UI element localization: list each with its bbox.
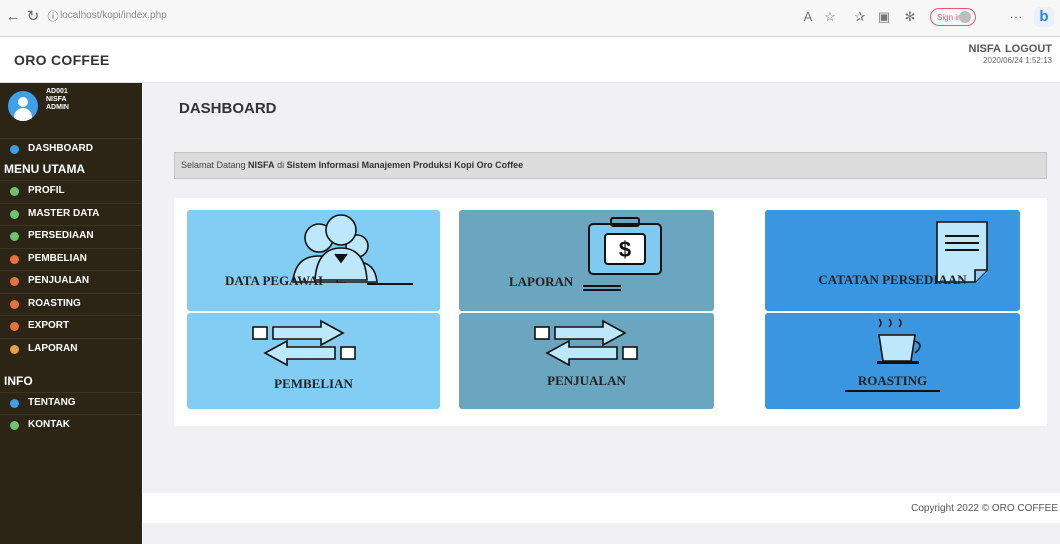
sidebar-item-export[interactable]: EXPORT [0, 315, 142, 335]
username: NISFA [968, 43, 1001, 55]
menu-bullet-icon [10, 299, 19, 309]
logout-link[interactable]: LOGOUT [1005, 43, 1052, 55]
user-avatar-icon [8, 91, 38, 121]
welcome-name: NISFA [248, 160, 275, 170]
sidebar-item-kontak[interactable]: KONTAK [0, 414, 142, 434]
money-briefcase-icon: $ [588, 217, 662, 275]
sidebar-item-label: PENJUALAN [28, 275, 90, 286]
menu-bullet-icon [10, 232, 19, 241]
sidebar-item-penjualan[interactable]: PENJUALAN [0, 270, 142, 290]
refresh-icon[interactable]: ↻ [24, 8, 42, 26]
user-panel: AD001 NISFA ADMIN [0, 83, 142, 138]
tile-label: CATATAN PERSEDIAAN [818, 272, 967, 287]
user-name: NISFA [46, 96, 67, 103]
welcome-banner: Selamat Datang NISFA di Sistem Informasi… [174, 152, 1047, 179]
user-id: AD001 [46, 88, 68, 95]
sidebar-item-label: MASTER DATA [28, 207, 100, 219]
tile-penjualan[interactable]: PENJUALAN [459, 313, 714, 409]
user-role: ADMIN [46, 104, 69, 111]
tile-data-pegawai[interactable]: DATA PEGAWAI [187, 210, 440, 311]
sidebar-item-label: LAPORAN [28, 342, 78, 354]
menu-bullet-icon [10, 277, 19, 286]
sidebar-item-tentang[interactable]: TENTANG [0, 392, 142, 412]
tile-roasting[interactable]: ROASTING [765, 313, 1020, 409]
sidebar-item-label: KONTAK [28, 419, 71, 430]
menu-bullet-icon [10, 322, 19, 331]
transfer-arrows-icon [252, 319, 356, 367]
sidebar-item-label: PROFIL [28, 185, 65, 196]
site-header: ORO COFFEE NISFA LOGOUT 2020/06/24 1:52:1… [0, 37, 1060, 83]
sidebar-item-label: TENTANG [28, 397, 76, 408]
bing-icon[interactable]: b [1034, 7, 1054, 27]
sidebar-item-dashboard[interactable]: DASHBOARD [0, 138, 142, 158]
brand-title: ORO COFFEE [14, 52, 110, 68]
tile-pembelian[interactable]: PEMBELIAN [187, 313, 440, 409]
favorite-icon[interactable]: ☆ [822, 9, 838, 25]
transfer-arrows-icon [534, 319, 638, 367]
dashboard-bullet-icon [10, 145, 19, 154]
coffee-cup-icon [877, 318, 921, 364]
collections-icon[interactable]: ▣ [876, 9, 892, 25]
people-icon [292, 214, 378, 283]
tile-label: PENJUALAN [547, 373, 626, 388]
signin-label: Sign in [937, 13, 962, 22]
sidebar: AD001 NISFA ADMIN DASHBOARD MENU UTAMA P… [0, 83, 142, 544]
address-bar[interactable]: localhost/kopi/index.php [60, 10, 167, 21]
user-area: NISFA LOGOUT 2020/06/24 1:52:13 [965, 43, 1052, 65]
menu-bullet-icon [10, 421, 19, 430]
sidebar-item-roasting[interactable]: ROASTING [0, 292, 142, 313]
menu-bullet-icon [10, 344, 19, 354]
browser-toolbar: ← ↻ ⓘ localhost/kopi/index.php A ☆ ✰ ▣ ✻… [0, 0, 1060, 37]
back-icon[interactable]: ← [4, 8, 22, 26]
sidebar-item-label: ROASTING [28, 297, 81, 309]
tile-laporan[interactable]: $ LAPORAN [459, 210, 714, 311]
tile-label: ROASTING [857, 373, 928, 388]
tiles-panel: DATA PEGAWAI $ LAPORAN CATATAN PERSEDIAA… [174, 198, 1047, 426]
welcome-system: Sistem Informasi Manajemen Produksi Kopi… [286, 160, 524, 170]
welcome-middle: di [274, 160, 287, 170]
sidebar-item-label: PERSEDIAAN [28, 230, 94, 241]
tile-label: PEMBELIAN [274, 376, 353, 391]
sidebar-item-persediaan[interactable]: PERSEDIAAN [0, 225, 142, 245]
notepad-icon [936, 221, 988, 283]
page-title: DASHBOARD [179, 100, 277, 117]
sidebar-item-label: DASHBOARD [28, 143, 93, 154]
tile-label: LAPORAN [509, 274, 574, 289]
section-info: INFO [4, 374, 33, 388]
sidebar-item-pembelian[interactable]: PEMBELIAN [0, 247, 142, 268]
tile-label: DATA PEGAWAI [225, 273, 324, 288]
signin-button[interactable]: Sign in [930, 8, 976, 26]
timestamp: 2020/06/24 1:52:13 [983, 56, 1052, 65]
sidebar-item-laporan[interactable]: LAPORAN [0, 337, 142, 358]
avatar-icon [959, 11, 971, 23]
sidebar-item-label: PEMBELIAN [28, 252, 87, 264]
sidebar-item-profil[interactable]: PROFIL [0, 180, 142, 200]
sidebar-item-label: EXPORT [28, 320, 70, 331]
copyright: Copyright 2022 © ORO COFFEE [911, 503, 1058, 514]
footer: Copyright 2022 © ORO COFFEE [143, 493, 1060, 523]
menu-bullet-icon [10, 399, 19, 408]
tile-catatan-persediaan[interactable]: CATATAN PERSEDIAAN [765, 210, 1020, 311]
welcome-prefix: Selamat Datang [181, 160, 249, 170]
more-icon[interactable]: ··· [1008, 9, 1024, 25]
section-menu-utama: MENU UTAMA [4, 162, 86, 176]
menu-bullet-icon [10, 209, 19, 219]
favorites-bar-icon[interactable]: ✰ [852, 9, 868, 25]
svg-text:$: $ [619, 237, 631, 262]
sidebar-item-master-data[interactable]: MASTER DATA [0, 202, 142, 223]
menu-bullet-icon [10, 254, 19, 264]
main-content: DASHBOARD Selamat Datang NISFA di Sistem… [143, 83, 1060, 544]
read-aloud-icon[interactable]: A [800, 9, 816, 25]
menu-bullet-icon [10, 187, 19, 196]
extensions-icon[interactable]: ✻ [902, 9, 918, 25]
